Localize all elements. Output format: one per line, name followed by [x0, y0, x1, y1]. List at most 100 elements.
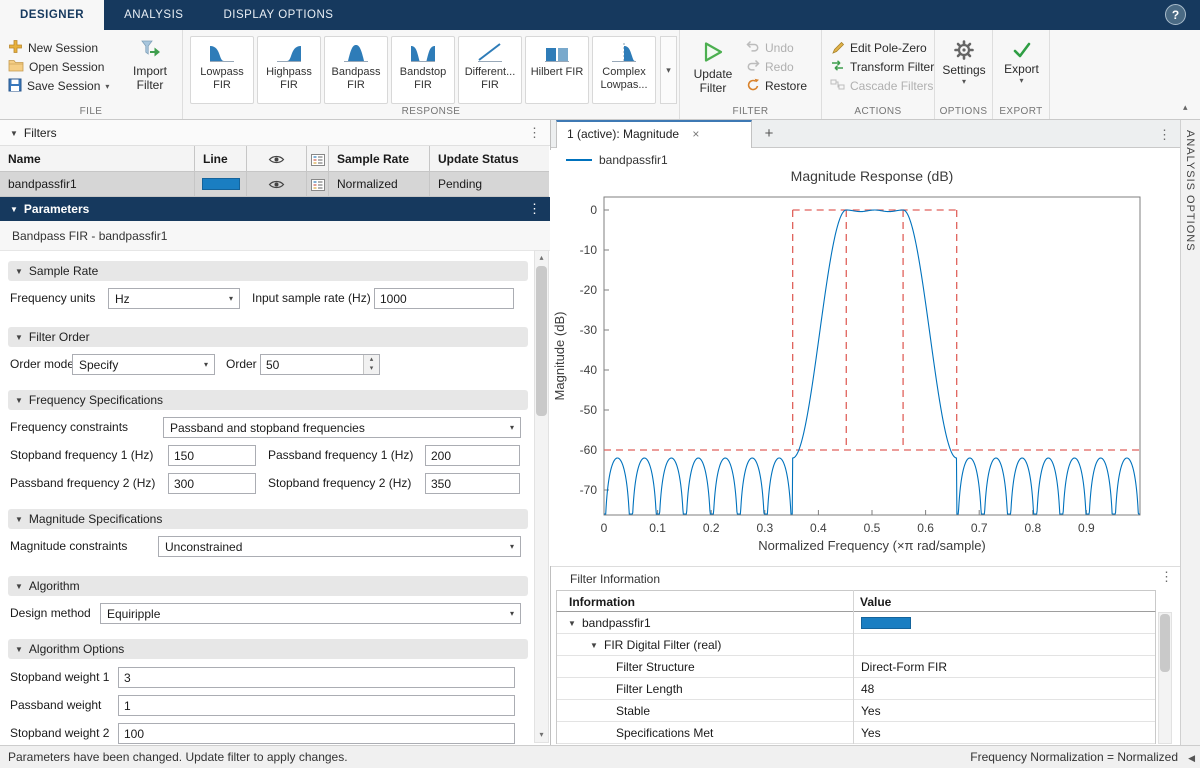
- settings-button[interactable]: Settings ▾: [938, 34, 990, 114]
- filters-col-line: Line: [195, 146, 247, 172]
- section-sample-rate[interactable]: ▼Sample Rate: [8, 261, 528, 281]
- passband-frequency-2-field[interactable]: [168, 473, 256, 494]
- edit-pole-zero-button[interactable]: Edit Pole-Zero: [830, 39, 927, 57]
- input-sample-rate-field[interactable]: [374, 288, 514, 309]
- bandpass-response-icon: [325, 41, 387, 66]
- complex-lowpass-fir-button[interactable]: Complex Lowpas...: [592, 36, 656, 104]
- scroll-up-icon[interactable]: ▴: [535, 253, 548, 262]
- design-method-dropdown[interactable]: Equiripple▾: [100, 603, 521, 624]
- hilbert-response-icon: [526, 41, 588, 66]
- section-algorithm-options[interactable]: ▼Algorithm Options: [8, 639, 528, 659]
- section-filter-order[interactable]: ▼Filter Order: [8, 327, 528, 347]
- spinner-up-icon[interactable]: ▴: [364, 355, 379, 364]
- stopband-frequency-2-field[interactable]: [425, 473, 520, 494]
- filter-info-scrollbar-thumb[interactable]: [1160, 614, 1170, 672]
- section-frequency-specifications[interactable]: ▼Frequency Specifications: [8, 390, 528, 410]
- bandpass-fir-button[interactable]: Bandpass FIR: [324, 36, 388, 104]
- filter-info-row[interactable]: ▼ FIR Digital Filter (real): [556, 634, 1156, 656]
- help-button[interactable]: ?: [1165, 4, 1186, 25]
- filter-info-row[interactable]: Filter Length 48: [556, 678, 1156, 700]
- filters-collapse-icon[interactable]: ▼: [10, 129, 18, 138]
- stopband-weight-2-field[interactable]: [118, 723, 515, 744]
- new-session-button[interactable]: New Session: [8, 39, 98, 57]
- expander-icon[interactable]: ▼: [568, 619, 576, 628]
- filter-information-overflow-icon[interactable]: ⋮: [1160, 569, 1173, 585]
- cascade-filters-icon: [830, 78, 845, 94]
- update-filter-button[interactable]: Update Filter: [686, 34, 740, 114]
- scroll-down-icon[interactable]: ▾: [535, 730, 548, 739]
- svg-text:0.5: 0.5: [864, 521, 881, 535]
- filter-row-legend[interactable]: [307, 172, 329, 197]
- analysis-options-strip[interactable]: ANALYSIS OPTIONS: [1180, 120, 1200, 745]
- collapse-left-icon[interactable]: ◀: [1188, 747, 1195, 768]
- section-algorithm[interactable]: ▼Algorithm: [8, 576, 528, 596]
- frequency-normalization-status: Frequency Normalization = Normalized: [970, 746, 1178, 768]
- stopband-frequency-1-field[interactable]: [168, 445, 256, 466]
- cascade-filters-button[interactable]: Cascade Filters: [830, 77, 933, 95]
- magnitude-response-chart[interactable]: 00.10.20.30.40.50.60.70.80.90-10-20-30-4…: [550, 150, 1180, 566]
- passband-frequency-1-field[interactable]: [425, 445, 520, 466]
- import-filter-button[interactable]: Import Filter: [122, 34, 178, 114]
- tab-analysis[interactable]: ANALYSIS: [104, 0, 203, 30]
- parameters-overflow-icon[interactable]: ⋮: [528, 197, 541, 221]
- transform-filter-button[interactable]: Transform Filter: [830, 58, 934, 76]
- restore-button[interactable]: Restore: [746, 77, 807, 95]
- filter-row-update-status[interactable]: Pending: [430, 172, 549, 197]
- save-session-button[interactable]: Save Session ▾: [8, 77, 109, 95]
- eye-icon[interactable]: [268, 177, 285, 191]
- export-button[interactable]: Export ▾: [996, 34, 1047, 114]
- frequency-units-dropdown[interactable]: Hz▾: [108, 288, 240, 309]
- new-analysis-tab-button[interactable]: +: [758, 123, 780, 145]
- legend-icon[interactable]: [311, 177, 325, 191]
- file-section-label: FILE: [0, 106, 182, 117]
- spinner-down-icon[interactable]: ▾: [364, 364, 379, 373]
- analysis-tab-active[interactable]: 1 (active): Magnitude ×: [556, 120, 752, 148]
- value-color-swatch[interactable]: [861, 617, 911, 629]
- filter-info-row[interactable]: ▼ bandpassfir1: [556, 612, 1156, 634]
- parameters-scrollbar-thumb[interactable]: [536, 266, 547, 416]
- save-dropdown-icon[interactable]: ▾: [105, 82, 109, 91]
- response-gallery-expand-button[interactable]: ▾: [660, 36, 677, 104]
- analysis-options-label: ANALYSIS OPTIONS: [1184, 130, 1196, 252]
- filter-info-row[interactable]: Filter Structure Direct-Form FIR: [556, 656, 1156, 678]
- filters-overflow-icon[interactable]: ⋮: [528, 120, 541, 146]
- tab-close-icon[interactable]: ×: [692, 127, 699, 141]
- filter-row-visible[interactable]: [247, 172, 307, 197]
- open-session-button[interactable]: Open Session: [8, 58, 104, 76]
- differentiator-fir-button[interactable]: Different... FIR: [458, 36, 522, 104]
- filter-info-right-border: [1155, 612, 1156, 744]
- line-color-swatch[interactable]: [202, 178, 240, 190]
- save-disk-icon: [8, 78, 22, 95]
- undo-button[interactable]: Undo: [746, 39, 794, 57]
- filter-row-sample-rate[interactable]: Normalized: [329, 172, 430, 197]
- parameters-collapse-icon[interactable]: ▼: [10, 205, 18, 214]
- export-check-icon: [996, 41, 1047, 62]
- svg-text:-50: -50: [580, 403, 598, 417]
- order-field[interactable]: [260, 354, 380, 375]
- section-magnitude-specifications[interactable]: ▼Magnitude Specifications: [8, 509, 528, 529]
- eye-icon: [268, 152, 285, 166]
- filter-row-line[interactable]: [195, 172, 247, 197]
- redo-button[interactable]: Redo: [746, 58, 794, 76]
- bandstop-fir-button[interactable]: Bandstop FIR: [391, 36, 455, 104]
- ribbon-collapse-icon[interactable]: ▴: [1183, 102, 1188, 113]
- bandstop-response-icon: [392, 41, 454, 66]
- magnitude-constraints-dropdown[interactable]: Unconstrained▾: [158, 536, 521, 557]
- lowpass-fir-button[interactable]: Lowpass FIR: [190, 36, 254, 104]
- hilbert-fir-button[interactable]: Hilbert FIR: [525, 36, 589, 104]
- filter-row-name[interactable]: bandpassfir1: [0, 172, 195, 197]
- highpass-fir-button[interactable]: Highpass FIR: [257, 36, 321, 104]
- parameters-subtitle: Bandpass FIR - bandpassfir1: [0, 221, 550, 251]
- expander-icon[interactable]: ▼: [590, 641, 598, 650]
- analysis-overflow-icon[interactable]: ⋮: [1158, 127, 1171, 143]
- update-filter-play-icon: [686, 40, 740, 67]
- app-toolstrip-tabs: DESIGNER ANALYSIS DISPLAY OPTIONS: [0, 0, 1200, 30]
- frequency-constraints-dropdown[interactable]: Passband and stopband frequencies▾: [163, 417, 521, 438]
- order-mode-dropdown[interactable]: Specify▾: [72, 354, 215, 375]
- tab-designer[interactable]: DESIGNER: [0, 0, 104, 30]
- tab-display-options[interactable]: DISPLAY OPTIONS: [203, 0, 353, 30]
- filter-info-row[interactable]: Specifications Met Yes: [556, 722, 1156, 744]
- filter-info-row[interactable]: Stable Yes: [556, 700, 1156, 722]
- stopband-weight-1-field[interactable]: [118, 667, 515, 688]
- passband-weight-field[interactable]: [118, 695, 515, 716]
